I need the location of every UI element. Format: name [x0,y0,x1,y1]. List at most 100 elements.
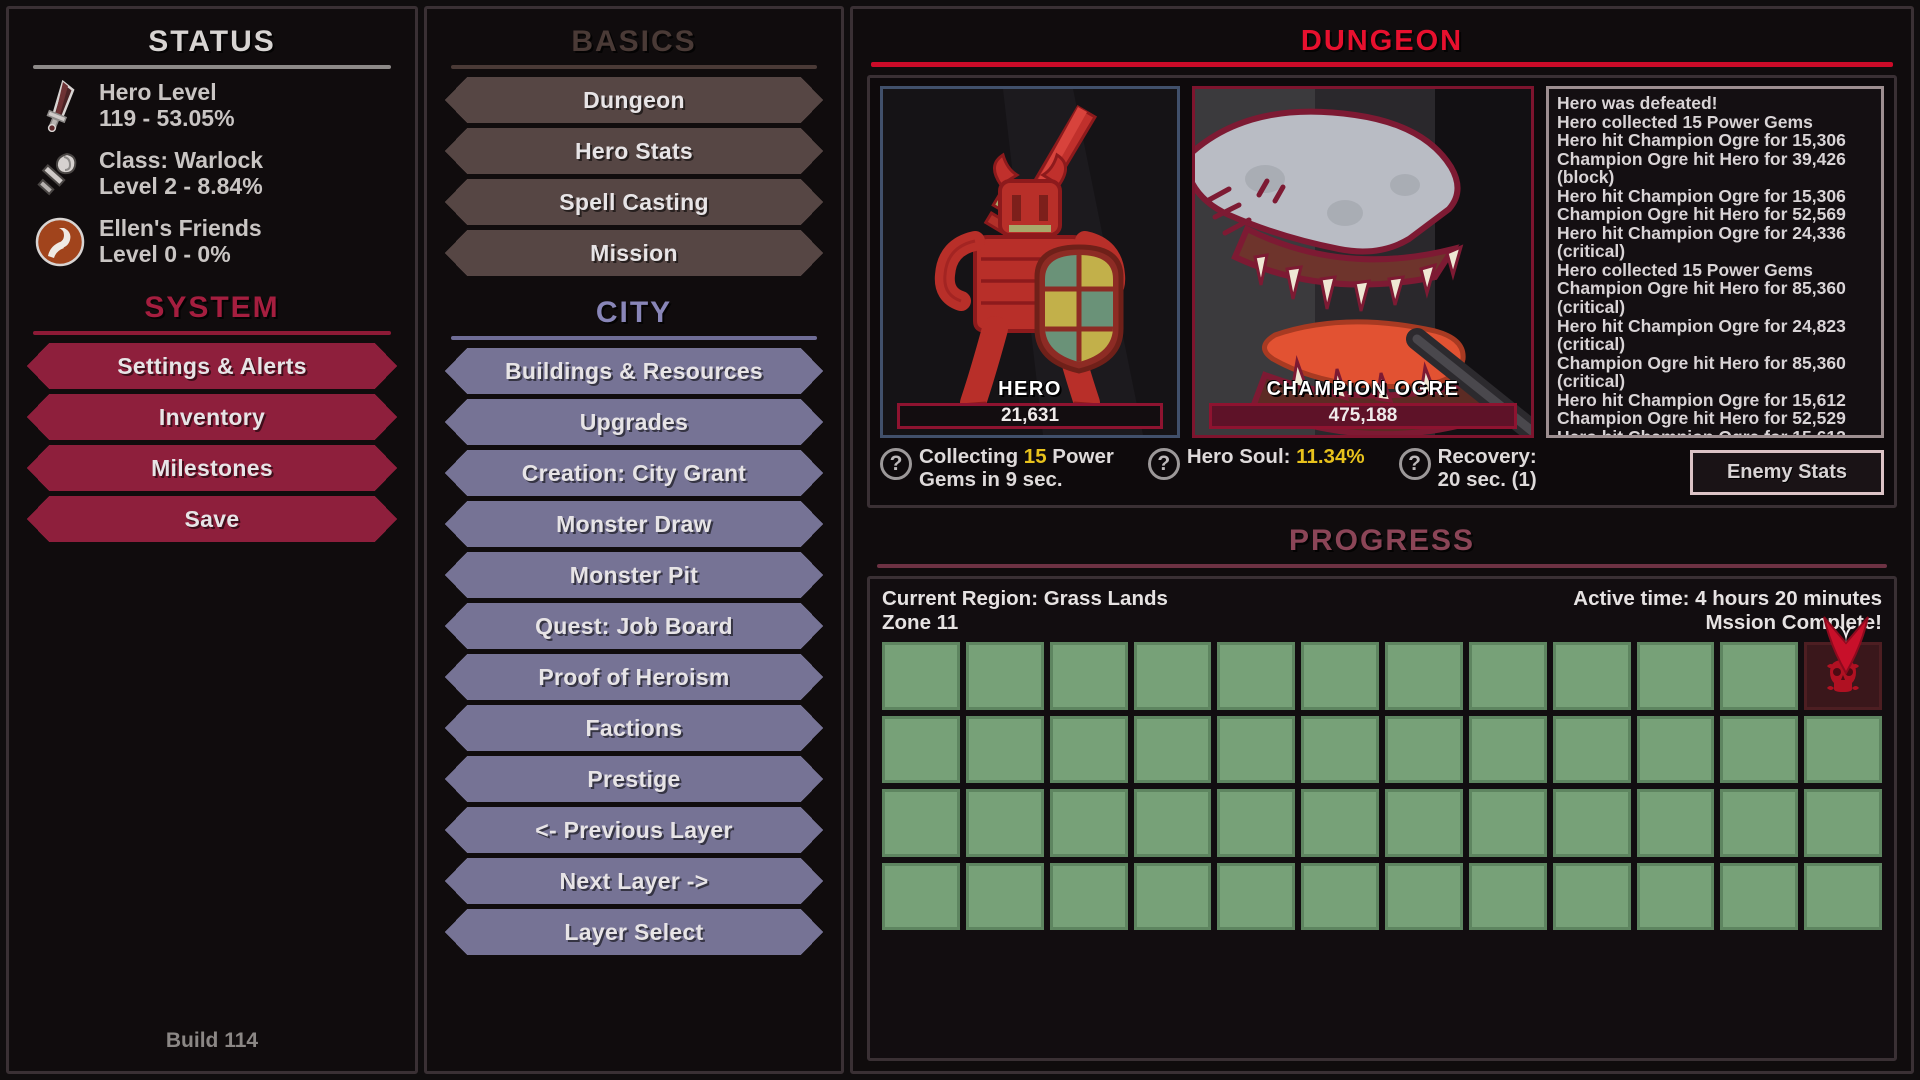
mission-status-label: Mssion Complete! [1573,611,1882,635]
zone-tile[interactable] [1469,863,1547,931]
zone-tile[interactable] [966,863,1044,931]
combat-log-line: Hero hit Champion Ogre for 15,612 [1557,391,1873,410]
zone-tile[interactable] [1050,863,1128,931]
zone-tile[interactable] [1134,642,1212,710]
city-button-buildings-resources[interactable]: Buildings & Resources [467,348,801,394]
system-button-inventory[interactable]: Inventory [49,394,375,440]
basics-button-mission[interactable]: Mission [467,230,801,276]
system-button-save[interactable]: Save [49,496,375,542]
combat-log-line: Hero hit Champion Ogre for 15,306 [1557,187,1873,206]
zone-tile[interactable] [882,716,960,784]
system-button-list: Settings & Alerts Inventory Milestones S… [23,343,401,542]
zone-tile[interactable] [1385,863,1463,931]
build-version-label: Build 114 [9,1029,415,1053]
collecting-info: ? Collecting 15 Power Gems in 9 sec. [880,446,1114,491]
zone-tile[interactable] [1720,642,1798,710]
zone-tile[interactable] [1385,642,1463,710]
help-icon[interactable]: ? [880,448,912,480]
button-label: Save [185,506,240,533]
zone-tile[interactable] [882,863,960,931]
button-label: Milestones [151,455,273,482]
basics-button-hero-stats[interactable]: Hero Stats [467,128,801,174]
zone-tile[interactable] [1720,863,1798,931]
city-button-monster-draw[interactable]: Monster Draw [467,501,801,547]
zone-tile[interactable] [1050,642,1128,710]
zone-tile[interactable] [1553,789,1631,857]
zone-tile[interactable] [1637,863,1715,931]
zone-tile[interactable] [1217,716,1295,784]
system-button-milestones[interactable]: Milestones [49,445,375,491]
zone-tile[interactable] [1637,716,1715,784]
status-divider [33,65,391,69]
help-icon[interactable]: ? [1399,448,1431,480]
zone-tile[interactable] [1469,642,1547,710]
city-button-factions[interactable]: Factions [467,705,801,751]
city-button-creation-city-grant[interactable]: Creation: City Grant [467,450,801,496]
zone-tile[interactable] [1217,789,1295,857]
city-button-quest-job-board[interactable]: Quest: Job Board [467,603,801,649]
zone-tile[interactable] [1720,716,1798,784]
combat-log-line: Hero hit Champion Ogre for 15,306 [1557,131,1873,150]
basics-button-dungeon[interactable]: Dungeon [467,77,801,123]
city-button-upgrades[interactable]: Upgrades [467,399,801,445]
zone-tile[interactable] [1301,789,1379,857]
zone-tile[interactable] [1469,716,1547,784]
zone-tile[interactable] [966,716,1044,784]
zone-tile[interactable] [1301,642,1379,710]
basics-button-list: Dungeon Hero Stats Spell Casting Mission [441,77,827,276]
zone-tile[interactable] [1217,863,1295,931]
combat-log-line: Hero hit Champion Ogre for 24,823 [1557,317,1873,336]
recovery-value: 20 sec. (1) [1438,469,1537,492]
button-label: Factions [586,715,683,742]
city-title: CITY [441,296,827,330]
zone-tile[interactable] [1637,642,1715,710]
enemy-stats-button[interactable]: Enemy Stats [1690,450,1884,495]
zone-tile[interactable] [1553,863,1631,931]
class-label: Class: Warlock [99,147,263,173]
zone-tile[interactable] [966,789,1044,857]
zone-tile[interactable] [1301,716,1379,784]
zone-tile[interactable] [1385,789,1463,857]
zone-tile[interactable] [1469,789,1547,857]
zone-tile[interactable] [1134,863,1212,931]
combat-log[interactable]: Hero was defeated! Hero collected 15 Pow… [1546,86,1884,438]
help-icon[interactable]: ? [1148,448,1180,480]
button-label: Inventory [159,404,265,431]
zone-tile[interactable] [1050,716,1128,784]
collecting-suffix: Power [1047,445,1114,468]
button-label: Monster Pit [570,562,699,589]
zone-tile[interactable] [1301,863,1379,931]
zone-tile[interactable] [1804,789,1882,857]
zone-tile[interactable] [1553,716,1631,784]
city-button-prestige[interactable]: Prestige [467,756,801,802]
zone-tile[interactable] [882,789,960,857]
recovery-info: ? Recovery: 20 sec. (1) [1399,446,1537,491]
zone-tile[interactable] [1134,716,1212,784]
combat-log-line: Hero hit Champion Ogre for 24,336 [1557,224,1873,243]
city-button-proof-of-heroism[interactable]: Proof of Heroism [467,654,801,700]
zone-tile[interactable] [1637,789,1715,857]
city-button-previous-layer[interactable]: <- Previous Layer [467,807,801,853]
current-region-label: Current Region: Grass Lands [882,587,1168,611]
basics-button-spell-casting[interactable]: Spell Casting [467,179,801,225]
system-button-settings-alerts[interactable]: Settings & Alerts [49,343,375,389]
zone-tile[interactable] [1553,642,1631,710]
zone-tile[interactable] [1804,716,1882,784]
zone-tile[interactable] [1385,716,1463,784]
hero-level-label: Hero Level [99,79,217,105]
zone-tile[interactable] [882,642,960,710]
hero-soul-info: ? Hero Soul: 11.34% [1148,446,1365,480]
zone-tile[interactable] [1804,863,1882,931]
city-button-layer-select[interactable]: Layer Select [467,909,801,955]
combat-log-line: (critical) [1557,372,1873,391]
zone-tile[interactable] [1050,789,1128,857]
city-button-next-layer[interactable]: Next Layer -> [467,858,801,904]
zone-tile-boss[interactable] [1804,642,1882,710]
faction-label: Ellen's Friends [99,215,262,241]
city-button-monster-pit[interactable]: Monster Pit [467,552,801,598]
zone-tile[interactable] [1720,789,1798,857]
zone-tile[interactable] [1217,642,1295,710]
zone-tile[interactable] [1134,789,1212,857]
dungeon-combat-box: HERO 21,631 [867,75,1897,508]
zone-tile[interactable] [966,642,1044,710]
